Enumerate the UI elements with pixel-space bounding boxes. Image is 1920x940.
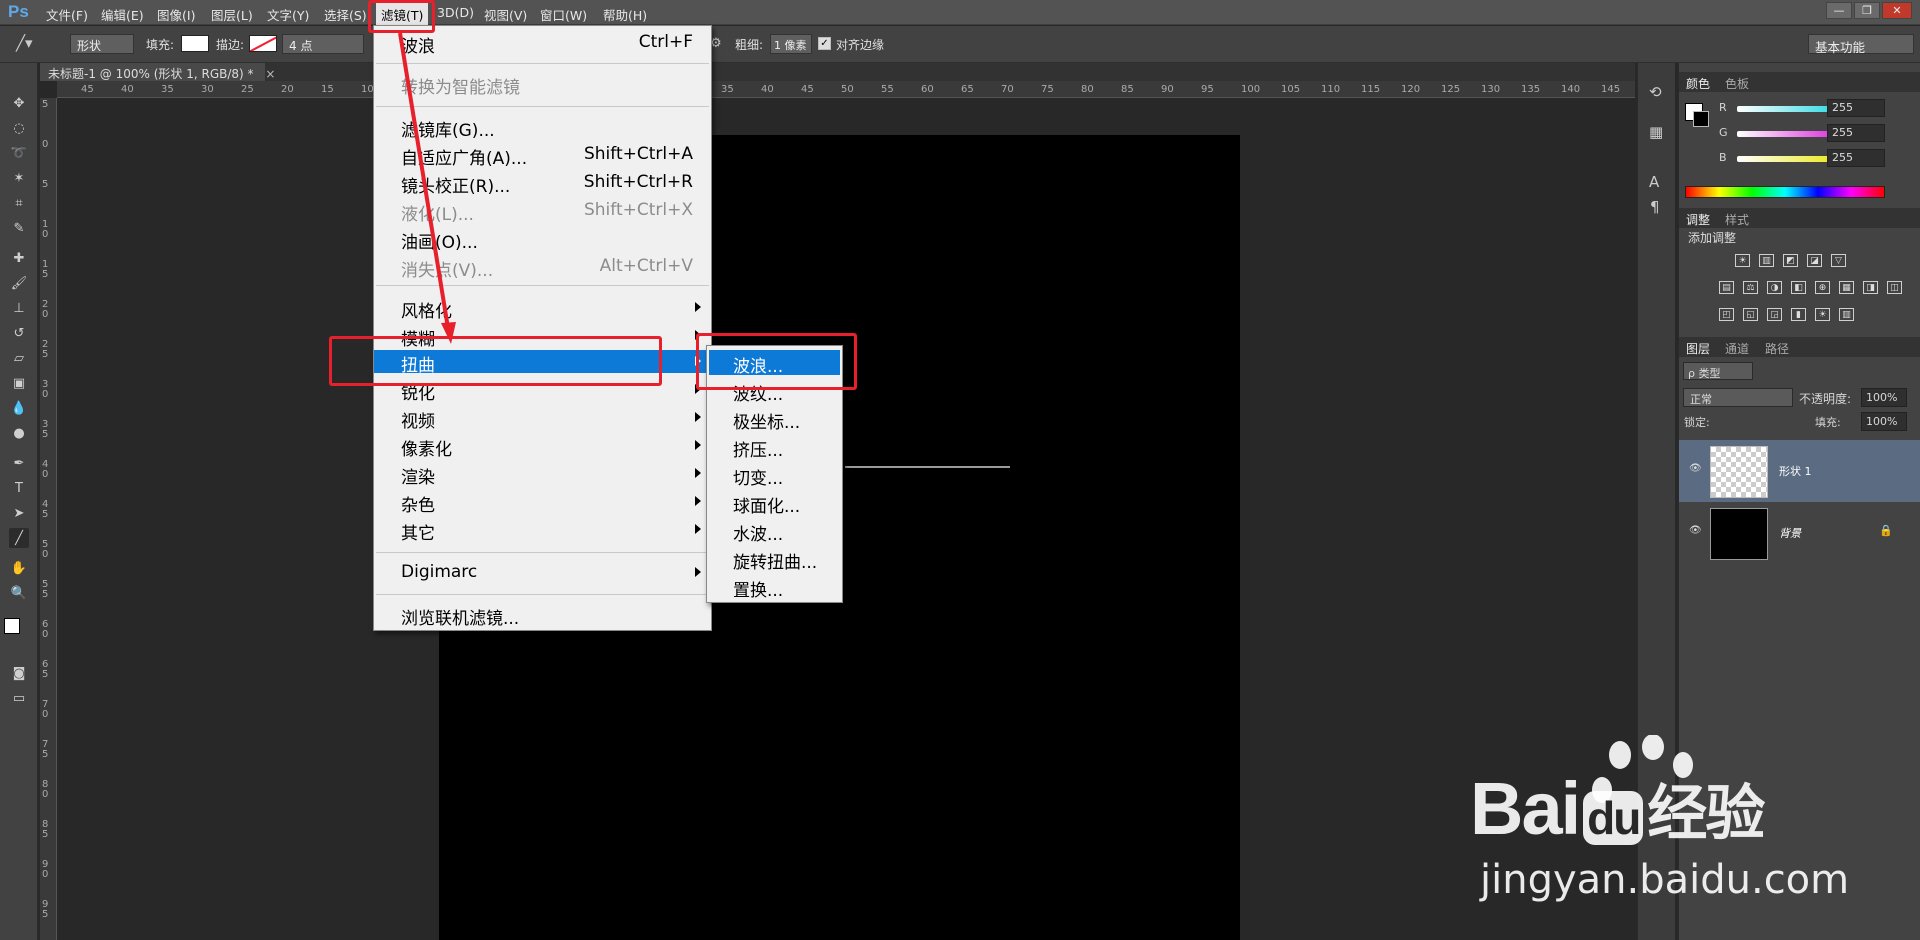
annotation-arrow <box>398 32 456 344</box>
